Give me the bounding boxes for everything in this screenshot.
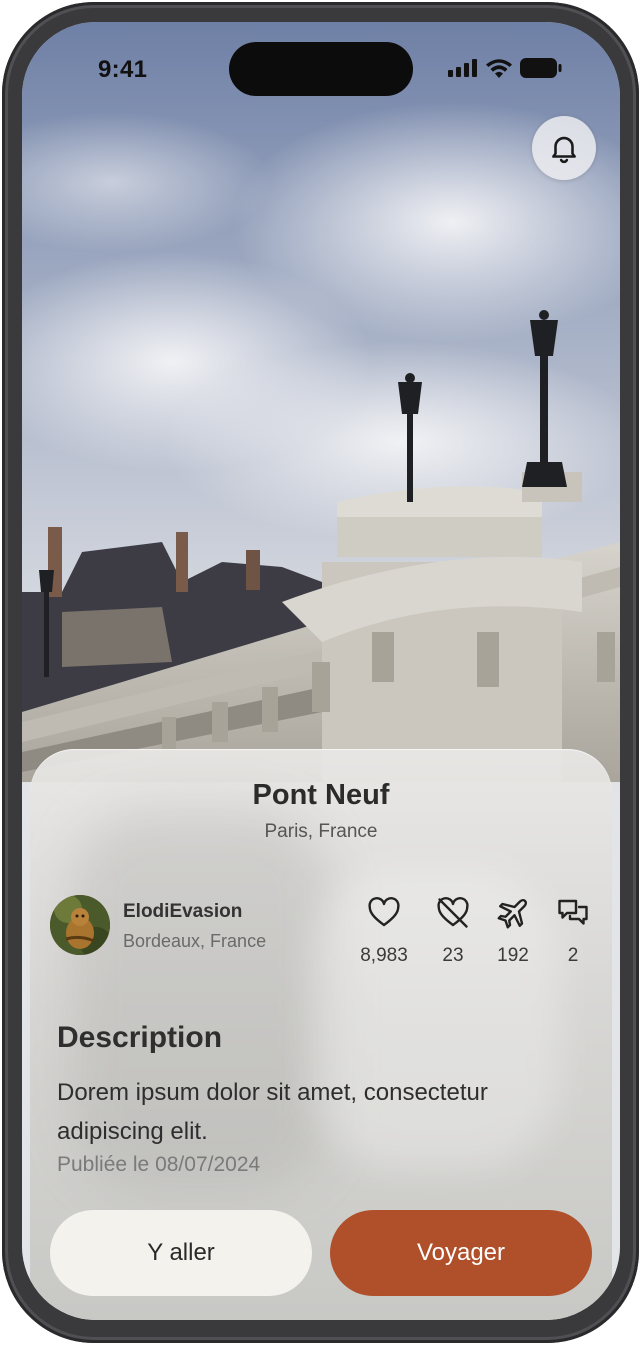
dislike-count: 23 [442, 945, 464, 966]
wifi-icon [486, 58, 512, 78]
travel-button[interactable]: Voyager [330, 1210, 592, 1296]
go-button[interactable]: Y aller [50, 1210, 312, 1296]
avatar-image [50, 895, 110, 955]
like-count: 8,983 [360, 945, 408, 966]
heart-off-icon [437, 897, 469, 928]
place-location: Paris, France [264, 821, 378, 842]
like-stat[interactable]: 8,983 [348, 895, 420, 967]
signal-icon [448, 59, 477, 77]
notifications-button[interactable] [532, 116, 596, 180]
status-bar: 9:41 [22, 22, 620, 112]
phone-frame: 9:41 Pont Neuf Paris, France ElodiEvasio… [2, 2, 639, 1343]
heart-icon [368, 897, 400, 927]
author-location: Bordeaux, France [123, 931, 267, 951]
description-text: Dorem ipsum dolor sit amet, consectetur … [57, 1079, 488, 1145]
screen: 9:41 Pont Neuf Paris, France ElodiEvasio… [22, 22, 620, 1320]
dynamic-island [229, 42, 413, 96]
status-time: 9:41 [98, 56, 148, 83]
status-icons [448, 58, 562, 78]
trip-count: 192 [497, 945, 529, 966]
comment-stat[interactable]: 2 [537, 895, 609, 967]
comments-icon [558, 899, 588, 925]
avatar[interactable] [50, 895, 110, 955]
plane-icon [497, 898, 528, 929]
description-title: Description [57, 1021, 223, 1054]
published-date: Publiée le 08/07/2024 [57, 1153, 261, 1176]
battery-icon [520, 58, 562, 78]
bell-icon [552, 136, 576, 164]
place-detail-card: Pont Neuf Paris, France ElodiEvasion Bor… [30, 749, 612, 1320]
place-title: Pont Neuf [252, 779, 390, 811]
author-name[interactable]: ElodiEvasion [123, 901, 242, 923]
comment-count: 2 [567, 945, 579, 966]
